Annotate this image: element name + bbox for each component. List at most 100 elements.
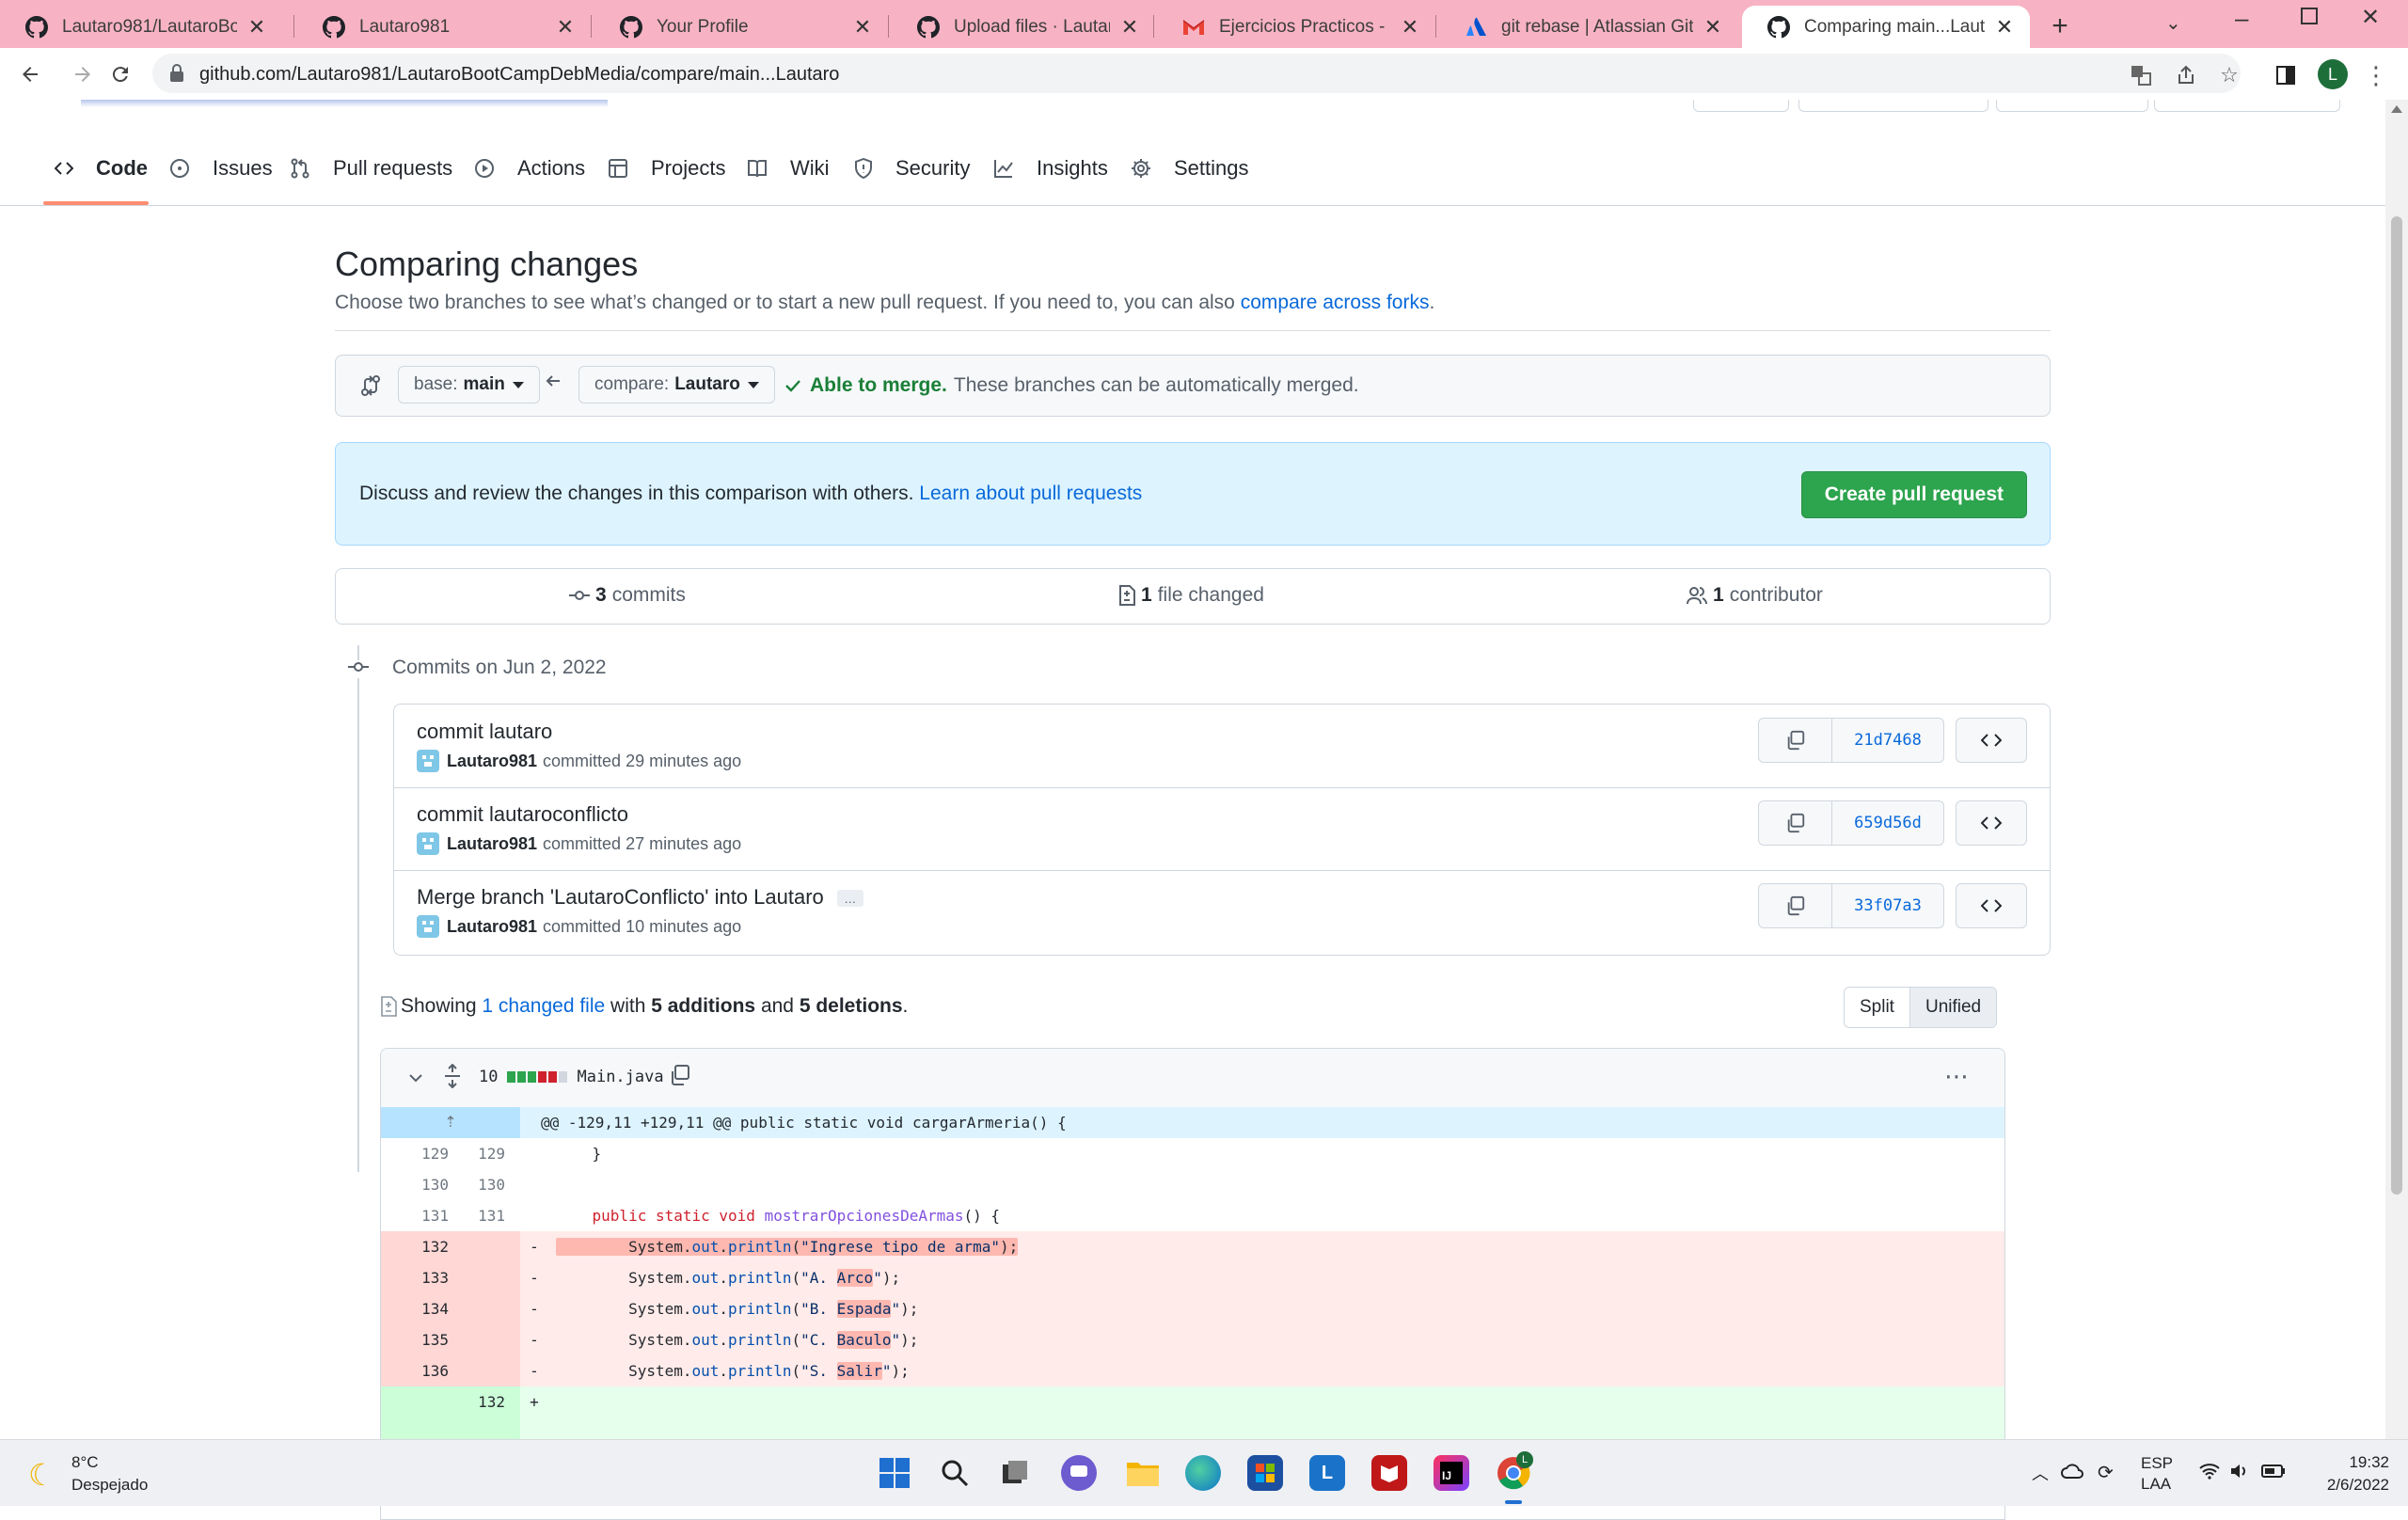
avatar[interactable] bbox=[417, 750, 439, 772]
lock-icon[interactable] bbox=[169, 64, 184, 87]
new-line-number[interactable] bbox=[464, 1324, 520, 1355]
store-icon[interactable] bbox=[1247, 1455, 1283, 1491]
commit-author[interactable]: Lautaro981 bbox=[447, 752, 537, 771]
repo-tab-security[interactable]: Security bbox=[854, 156, 970, 181]
old-line-number[interactable]: 133 bbox=[381, 1262, 464, 1293]
volume-icon[interactable] bbox=[2229, 1463, 2250, 1484]
commit-author[interactable]: Lautaro981 bbox=[447, 834, 537, 854]
expand-all-icon[interactable] bbox=[443, 1064, 462, 1088]
start-windows-icon[interactable] bbox=[877, 1455, 912, 1491]
learn-about-prs-link[interactable]: Learn about pull requests bbox=[919, 483, 1142, 504]
share-icon[interactable] bbox=[2173, 62, 2199, 88]
commit-sha-link[interactable]: 33f07a3 bbox=[1832, 884, 1943, 927]
new-line-number[interactable]: 132 bbox=[464, 1386, 520, 1417]
chat-icon[interactable] bbox=[1061, 1455, 1097, 1491]
repo-tab-actions[interactable]: Actions bbox=[474, 156, 585, 181]
compare-branch-selector[interactable]: compare: Lautaro bbox=[578, 366, 775, 404]
browser-tab[interactable]: Upload files · Lautaro981/… ✕ bbox=[892, 6, 1155, 48]
files-summary[interactable]: 1 file changed bbox=[1118, 584, 1264, 607]
browser-tab[interactable]: git rebase | Atlassian Git T… ✕ bbox=[1439, 6, 1738, 48]
browser-menu-icon[interactable]: ⋮ bbox=[2363, 61, 2389, 89]
split-view-button[interactable]: Split bbox=[1845, 988, 1909, 1027]
browser-tab[interactable]: Comparing main...Lautaro… ✕ bbox=[1742, 6, 2030, 48]
repo-tab-insights[interactable]: Insights bbox=[993, 156, 1108, 181]
close-window-button[interactable]: ✕ bbox=[2361, 4, 2380, 31]
commit-sha-link[interactable]: 659d56d bbox=[1832, 801, 1943, 845]
commits-summary[interactable]: 3 commits bbox=[569, 584, 686, 607]
sync-icon[interactable]: ⟳ bbox=[2098, 1461, 2114, 1484]
url-text[interactable]: github.com/Lautaro981/LautaroBootCampDeb… bbox=[199, 64, 839, 86]
repo-tab-settings[interactable]: Settings bbox=[1131, 156, 1249, 181]
old-line-number[interactable]: 132 bbox=[381, 1231, 464, 1262]
browser-tab[interactable]: Lautaro981/LautaroBootC… ✕ bbox=[0, 6, 282, 48]
avatar[interactable] bbox=[417, 832, 439, 855]
forward-arrow-icon[interactable] bbox=[68, 59, 98, 89]
tray-chevron-icon[interactable]: ︿ bbox=[2032, 1461, 2049, 1485]
expand-up-icon[interactable]: ⇡ bbox=[381, 1107, 520, 1138]
changed-file-link[interactable]: 1 changed file bbox=[482, 995, 605, 1018]
browser-tab[interactable]: Ejercicios Practicos - pere… ✕ bbox=[1157, 6, 1435, 48]
mcafee-icon[interactable] bbox=[1371, 1455, 1407, 1491]
repo-tab-projects[interactable]: Projects bbox=[608, 156, 725, 181]
battery-icon[interactable] bbox=[2261, 1465, 2286, 1482]
close-tab-icon[interactable]: ✕ bbox=[852, 15, 873, 40]
commit-title[interactable]: Merge branch 'LautaroConflicto' into Lau… bbox=[417, 885, 863, 910]
scrollbar-thumb[interactable] bbox=[2391, 216, 2402, 1195]
old-line-number[interactable]: 130 bbox=[381, 1169, 464, 1200]
old-line-number[interactable]: 136 bbox=[381, 1355, 464, 1386]
browse-code-icon[interactable] bbox=[1956, 718, 2027, 763]
browser-tab[interactable]: Lautaro981 ✕ bbox=[297, 6, 591, 48]
file-name[interactable]: Main.java bbox=[577, 1068, 663, 1086]
compare-across-forks-link[interactable]: compare across forks bbox=[1241, 292, 1430, 313]
task-view-icon[interactable] bbox=[997, 1455, 1033, 1491]
old-line-number[interactable] bbox=[381, 1386, 464, 1417]
repo-tab-code[interactable]: Code bbox=[55, 156, 148, 181]
new-line-number[interactable] bbox=[464, 1355, 520, 1386]
weather-desc[interactable]: Despejado bbox=[71, 1476, 148, 1495]
scroll-up-arrow-icon[interactable] bbox=[2391, 105, 2402, 113]
new-line-number[interactable] bbox=[464, 1231, 520, 1262]
new-line-number[interactable]: 129 bbox=[464, 1138, 520, 1169]
weather-temp[interactable]: 8°C bbox=[71, 1453, 99, 1472]
close-tab-icon[interactable]: ✕ bbox=[1119, 15, 1140, 40]
copy-path-icon[interactable] bbox=[669, 1064, 691, 1086]
profile-avatar[interactable]: L bbox=[2318, 59, 2348, 89]
commit-title[interactable]: commit lautaroconflicto bbox=[417, 802, 628, 827]
edge-browser-icon[interactable] bbox=[1185, 1455, 1221, 1491]
old-line-number[interactable]: 135 bbox=[381, 1324, 464, 1355]
close-tab-icon[interactable]: ✕ bbox=[1994, 15, 2015, 40]
repo-tab-pull-requests[interactable]: Pull requests bbox=[290, 156, 452, 181]
new-line-number[interactable]: 131 bbox=[464, 1200, 520, 1231]
repo-tab-wiki[interactable]: Wiki bbox=[747, 156, 830, 181]
copy-sha-icon[interactable] bbox=[1759, 884, 1832, 927]
commit-sha-link[interactable]: 21d7468 bbox=[1832, 719, 1943, 762]
weather-moon-icon[interactable]: ☾ bbox=[28, 1457, 55, 1493]
close-tab-icon[interactable]: ✕ bbox=[1703, 15, 1723, 40]
page-scrollbar[interactable] bbox=[2385, 100, 2408, 1439]
side-panel-icon[interactable] bbox=[2273, 62, 2299, 88]
address-bar[interactable]: github.com/Lautaro981/LautaroBootCampDeb… bbox=[152, 54, 2241, 93]
file-explorer-icon[interactable] bbox=[1125, 1455, 1161, 1491]
minimize-button[interactable]: – bbox=[2235, 4, 2248, 33]
old-line-number[interactable]: 129 bbox=[381, 1138, 464, 1169]
unified-view-button[interactable]: Unified bbox=[1909, 988, 1997, 1027]
tab-search-icon[interactable]: ⌄ bbox=[2165, 11, 2181, 35]
translate-icon[interactable] bbox=[2128, 62, 2154, 88]
reload-icon[interactable] bbox=[105, 59, 135, 89]
onedrive-cloud-icon[interactable] bbox=[2060, 1463, 2084, 1484]
back-arrow-icon[interactable] bbox=[15, 59, 45, 89]
collapse-chevron-icon[interactable] bbox=[407, 1069, 424, 1086]
old-line-number[interactable]: 131 bbox=[381, 1200, 464, 1231]
bookmark-star-icon[interactable]: ☆ bbox=[2216, 62, 2242, 88]
expand-message-button[interactable]: … bbox=[836, 890, 863, 908]
commit-author[interactable]: Lautaro981 bbox=[447, 917, 537, 937]
new-line-number[interactable] bbox=[464, 1293, 520, 1324]
wifi-icon[interactable] bbox=[2199, 1463, 2220, 1484]
browser-tab[interactable]: Your Profile ✕ bbox=[594, 6, 888, 48]
close-tab-icon[interactable]: ✕ bbox=[1400, 15, 1420, 40]
old-line-number[interactable]: 134 bbox=[381, 1293, 464, 1324]
browse-code-icon[interactable] bbox=[1956, 883, 2027, 928]
create-pull-request-button[interactable]: Create pull request bbox=[1800, 471, 2027, 518]
clock[interactable]: 19:32 2/6/2022 bbox=[2295, 1451, 2389, 1496]
new-line-number[interactable] bbox=[464, 1262, 520, 1293]
